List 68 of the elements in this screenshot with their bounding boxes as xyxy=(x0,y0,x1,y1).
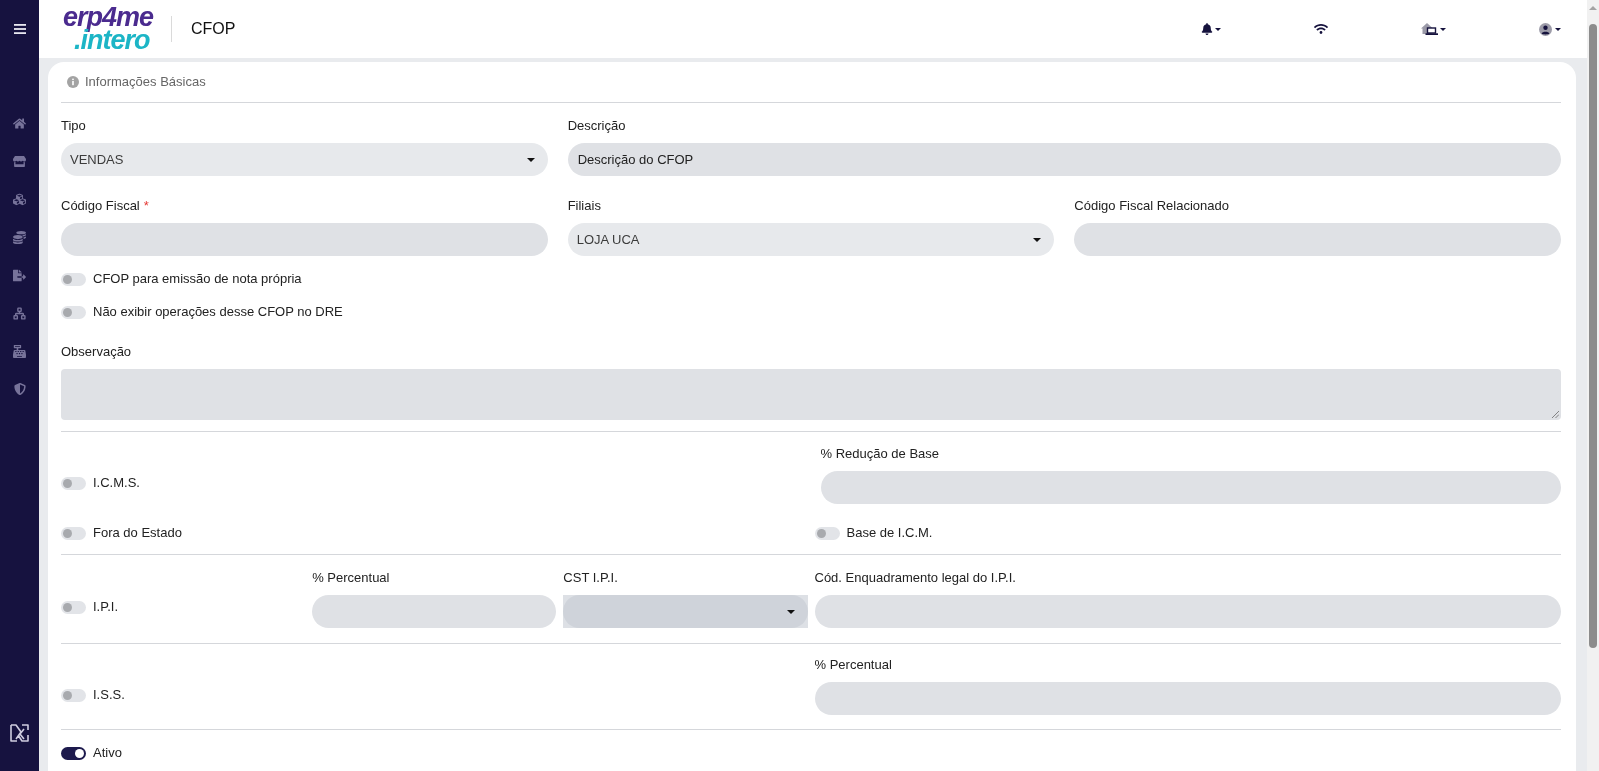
store-icon[interactable] xyxy=(13,154,26,168)
field-label: Código Fiscal Relacionado xyxy=(1074,197,1229,216)
boxes-icon[interactable] xyxy=(13,192,26,206)
toggle-switch[interactable] xyxy=(61,688,86,702)
file-export-icon[interactable] xyxy=(13,268,26,282)
logo-icon[interactable] xyxy=(9,722,30,743)
user-menu-button[interactable] xyxy=(1539,22,1561,36)
toggle-label: Fora do Estado xyxy=(93,524,182,543)
notifications-button[interactable] xyxy=(1201,23,1221,35)
caret-icon xyxy=(526,157,535,162)
info-icon xyxy=(67,76,79,88)
caret-icon xyxy=(786,609,795,614)
field-label: CST I.P.I. xyxy=(563,569,618,588)
field-label: Observação xyxy=(61,343,132,362)
caret-icon xyxy=(1555,27,1561,31)
textarea-field[interactable] xyxy=(61,369,1561,420)
toggle-label: I.S.S. xyxy=(93,686,125,705)
toggle-switch[interactable] xyxy=(61,746,86,760)
field-label: Código Fiscal xyxy=(61,197,140,216)
text-input[interactable]: Descrição do CFOP xyxy=(567,143,1561,176)
toggle-label: Não exibir operações desse CFOP no DRE xyxy=(93,303,343,322)
field-label: % Redução de Base xyxy=(820,445,940,464)
network-icon[interactable] xyxy=(13,306,26,320)
house-laptop-icon xyxy=(1421,23,1438,35)
text-input[interactable] xyxy=(1074,223,1561,256)
field-label: Cód. Enquadramento legal do I.P.I. xyxy=(814,569,1016,588)
text-input[interactable] xyxy=(814,595,1561,628)
toggle-label: Ativo xyxy=(93,744,122,763)
caret-icon xyxy=(1440,27,1446,31)
text-input[interactable] xyxy=(61,223,548,256)
home-icon[interactable] xyxy=(13,116,26,130)
section-title: Informações Básicas xyxy=(85,73,206,92)
toggle-label: CFOP para emissão de nota própria xyxy=(93,270,302,289)
toggle-switch[interactable] xyxy=(61,272,86,286)
field-label: % Percentual xyxy=(814,656,892,675)
scrollbar-thumb[interactable] xyxy=(1589,24,1597,648)
field-label: Tipo xyxy=(61,117,86,136)
toggle-switch[interactable] xyxy=(814,526,840,540)
resize-handle-icon[interactable] xyxy=(1552,411,1559,418)
page-title: CFOP xyxy=(191,19,236,39)
text-input[interactable] xyxy=(814,682,1561,715)
caret-icon xyxy=(1033,237,1042,242)
caret-icon xyxy=(1215,27,1221,31)
store-menu-button[interactable] xyxy=(1421,23,1446,35)
shield-icon[interactable] xyxy=(13,383,26,395)
toggle-label: I.C.M.S. xyxy=(93,474,140,493)
text-input[interactable] xyxy=(312,595,557,628)
select-field[interactable]: LOJA UCA xyxy=(567,223,1055,256)
select-field[interactable]: VENDAS xyxy=(61,143,548,176)
user-avatar-icon xyxy=(1539,22,1552,36)
field-label: Descrição xyxy=(567,117,626,136)
toggle-switch[interactable] xyxy=(61,526,86,540)
menu-icon[interactable] xyxy=(13,24,26,34)
wifi-icon[interactable] xyxy=(1314,22,1328,36)
coins-icon[interactable] xyxy=(13,230,26,244)
scroll-up-icon[interactable] xyxy=(1589,6,1597,10)
cash-register-icon[interactable] xyxy=(13,344,26,358)
toggle-switch[interactable] xyxy=(61,476,86,490)
toggle-label: Base de I.C.M. xyxy=(846,524,933,543)
required-mark: * xyxy=(143,197,149,216)
bell-icon xyxy=(1201,23,1213,35)
toggle-switch[interactable] xyxy=(61,305,86,319)
field-label: Filiais xyxy=(567,197,601,216)
select-field[interactable] xyxy=(563,595,808,628)
field-label: % Percentual xyxy=(312,569,390,588)
text-input[interactable] xyxy=(820,471,1561,504)
toggle-switch[interactable] xyxy=(61,600,86,614)
toggle-label: I.P.I. xyxy=(93,598,119,617)
